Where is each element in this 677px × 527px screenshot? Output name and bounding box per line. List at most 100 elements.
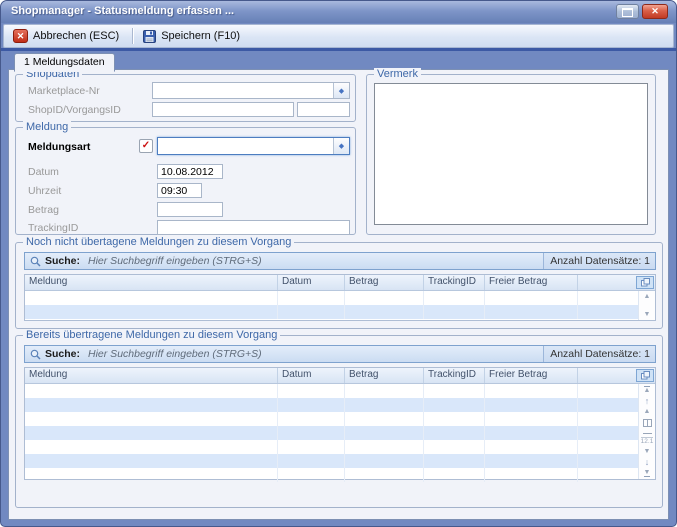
table-cell: [578, 440, 638, 454]
betrag-field[interactable]: [157, 202, 223, 217]
scroll-down-icon[interactable]: ▼: [644, 448, 651, 455]
datum-field[interactable]: [157, 164, 223, 179]
vermerk-textarea[interactable]: [374, 83, 648, 225]
group-pending-title: Noch nicht übertagene Meldungen zu diese…: [23, 236, 294, 248]
table-cell: [345, 426, 424, 440]
table-cell: [424, 384, 485, 398]
navigate-last-icon[interactable]: ▼: [644, 469, 651, 477]
scroll-up-icon[interactable]: ▲: [644, 293, 651, 300]
search-icon: [25, 256, 45, 267]
trackingid-field[interactable]: [157, 220, 350, 235]
meldungsart-combobox[interactable]: ◆: [157, 137, 350, 155]
group-meldung: Meldung Meldungsart ✓ ◆ Datum Uhrzeit Be…: [15, 127, 356, 235]
table-cell: [485, 426, 578, 440]
scroll-up-icon[interactable]: ▲: [644, 408, 651, 415]
scroll-down-icon[interactable]: ▼: [644, 311, 651, 318]
table-cell: [424, 426, 485, 440]
table-row[interactable]: [25, 305, 638, 319]
resize-rows-icon[interactable]: [643, 418, 652, 430]
table-row[interactable]: [25, 412, 638, 426]
save-button[interactable]: Speichern (F10): [140, 29, 246, 44]
column-header-meldung[interactable]: Meldung: [25, 368, 278, 383]
table-cell: [424, 454, 485, 468]
tab-meldungsdaten[interactable]: 1 Meldungsdaten: [14, 53, 115, 72]
table-cell: [424, 440, 485, 454]
vorgangsid-field[interactable]: [297, 102, 350, 117]
pending-grid-rows: [25, 291, 638, 320]
table-row[interactable]: [25, 384, 638, 398]
column-header-meldung[interactable]: Meldung: [25, 275, 278, 290]
table-row[interactable]: [25, 440, 638, 454]
move-down-icon[interactable]: ↓: [645, 458, 650, 466]
table-row[interactable]: [25, 426, 638, 440]
move-up-icon[interactable]: ↑: [645, 397, 650, 405]
search-icon: [25, 349, 45, 360]
transferred-grid-header: Meldung Datum Betrag TrackingID Freier B…: [25, 368, 655, 384]
transferred-grid-body: ▲ ↑ ▲ 12.1 ▼ ↓ ▼: [25, 384, 655, 479]
auto-size-icon[interactable]: 12.1: [641, 437, 654, 445]
column-header-freier-betrag[interactable]: Freier Betrag: [485, 368, 578, 383]
transferred-search-input[interactable]: [86, 347, 543, 361]
column-header-betrag[interactable]: Betrag: [345, 275, 424, 290]
search-label: Suche:: [45, 255, 80, 267]
table-cell: [278, 398, 345, 412]
uhrzeit-field[interactable]: [157, 183, 202, 198]
pending-grid-body: ▲ ▼: [25, 291, 655, 320]
column-header-datum[interactable]: Datum: [278, 368, 345, 383]
table-cell: [578, 305, 638, 319]
window-title: Shopmanager - Statusmeldung erfassen ...: [11, 5, 234, 17]
column-header-freier-betrag[interactable]: Freier Betrag: [485, 275, 578, 290]
marketplace-combobox[interactable]: ◆: [152, 82, 350, 99]
table-cell: [578, 468, 638, 482]
pending-search-bar: Suche: Anzahl Datensätze: 1: [24, 252, 656, 270]
table-cell: [485, 291, 578, 305]
table-cell: [25, 454, 278, 468]
close-icon: ✕: [651, 6, 659, 16]
app-window: Shopmanager - Statusmeldung erfassen ...…: [0, 0, 677, 527]
column-chooser-icon: [641, 371, 650, 380]
pending-grid: Meldung Datum Betrag TrackingID Freier B…: [24, 274, 656, 321]
restore-icon: [622, 8, 633, 17]
chevron-down-icon: ◆: [339, 142, 344, 150]
save-icon: [143, 30, 156, 43]
table-cell: [278, 468, 345, 482]
table-cell: [578, 426, 638, 440]
table-cell: [25, 305, 278, 319]
column-header-trackingid[interactable]: TrackingID: [424, 368, 485, 383]
marketplace-dropdown-button[interactable]: ◆: [333, 83, 349, 98]
table-cell: [25, 412, 278, 426]
group-meldung-title: Meldung: [23, 121, 71, 133]
trackingid-label: TrackingID: [28, 222, 78, 234]
column-header-betrag[interactable]: Betrag: [345, 368, 424, 383]
table-cell: [485, 468, 578, 482]
betrag-label: Betrag: [28, 204, 59, 216]
table-cell: [578, 291, 638, 305]
table-cell: [485, 305, 578, 319]
column-chooser-button[interactable]: [636, 276, 654, 289]
column-header-spacer: [578, 275, 635, 290]
pending-record-count: Anzahl Datensätze: 1: [543, 253, 655, 269]
group-shopdaten: Shopdaten Marketplace-Nr ◆ ShopID/Vorgan…: [15, 74, 356, 122]
meldungsart-combobox-value: [158, 138, 333, 154]
column-header-datum[interactable]: Datum: [278, 275, 345, 290]
shopid-field[interactable]: [152, 102, 294, 117]
titlebar: Shopmanager - Statusmeldung erfassen ...…: [1, 1, 676, 23]
required-check-icon: ✓: [139, 139, 153, 153]
navigate-first-icon[interactable]: ▲: [644, 386, 651, 394]
table-row[interactable]: [25, 454, 638, 468]
close-button[interactable]: ✕: [642, 4, 668, 19]
table-cell: [25, 291, 278, 305]
meldungsart-dropdown-button[interactable]: ◆: [333, 138, 349, 154]
pending-search-input[interactable]: [86, 254, 543, 268]
transferred-record-count: Anzahl Datensätze: 1: [543, 346, 655, 362]
table-row[interactable]: [25, 398, 638, 412]
restore-button[interactable]: [616, 4, 639, 19]
column-header-trackingid[interactable]: TrackingID: [424, 275, 485, 290]
table-row[interactable]: [25, 291, 638, 305]
group-vermerk: Vermerk: [366, 74, 656, 235]
table-row[interactable]: [25, 468, 638, 482]
cancel-button[interactable]: ✕ Abbrechen (ESC): [10, 28, 125, 44]
column-chooser-button[interactable]: [636, 369, 654, 382]
table-cell: [345, 440, 424, 454]
tab-label: 1 Meldungsdaten: [24, 56, 105, 68]
